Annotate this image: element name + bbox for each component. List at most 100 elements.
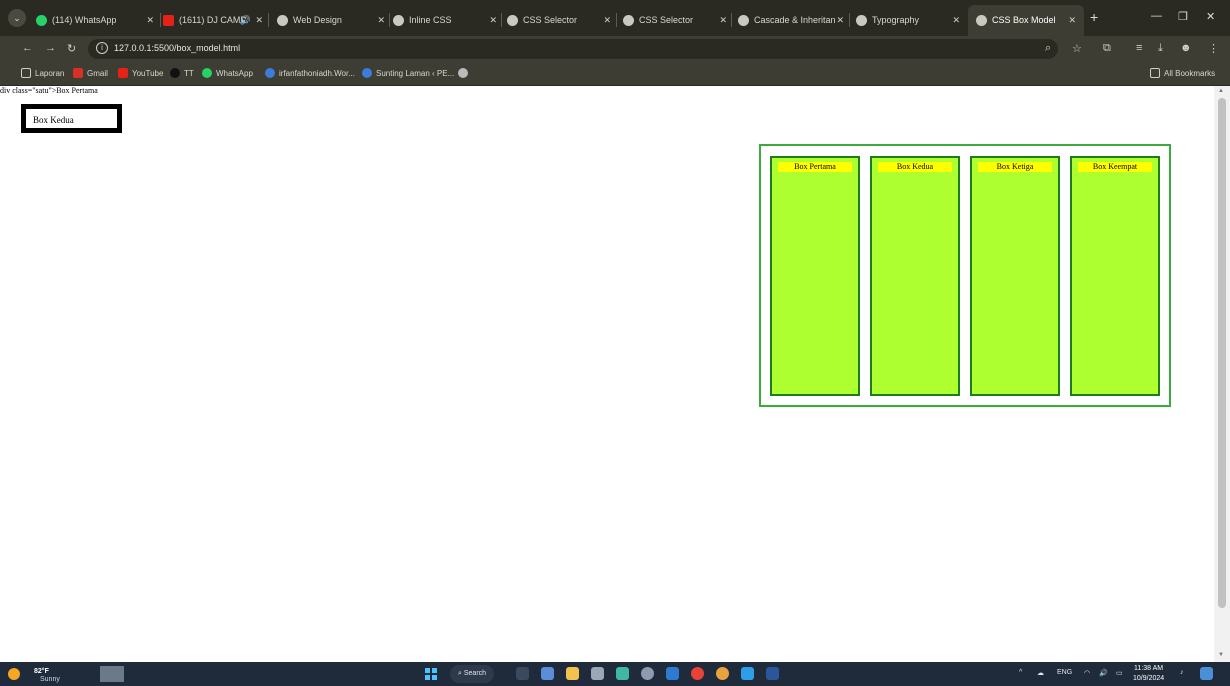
profile-icon[interactable]: ☻ [1180, 42, 1192, 54]
weather-condition: Sunny [40, 676, 60, 683]
copilot-icon[interactable] [1200, 667, 1213, 680]
bookmark-tt[interactable]: TT [170, 67, 194, 81]
box-kedua-label: Box Kedua [33, 115, 74, 125]
speaker-icon[interactable]: 🔊 [240, 5, 251, 36]
file-explorer-icon[interactable] [566, 667, 579, 680]
restore-button[interactable]: ❐ [1178, 10, 1188, 23]
photos-icon[interactable] [591, 667, 604, 680]
tiktok-icon [170, 68, 180, 78]
close-icon[interactable]: ✕ [836, 5, 844, 36]
volume-icon[interactable]: 🔊 [1099, 669, 1108, 677]
site-info-icon[interactable]: i [96, 42, 108, 54]
address-bar[interactable]: i 127.0.0.1:5500/box_model.html [88, 39, 1058, 59]
scroll-down-icon[interactable]: ▼ [1218, 652, 1224, 658]
scroll-up-icon[interactable]: ▲ [1218, 88, 1224, 94]
globe-icon [856, 15, 867, 26]
sun-icon [8, 668, 20, 680]
clock-date: 10/9/2024 [1133, 675, 1165, 682]
app-icon[interactable] [616, 667, 629, 680]
page-viewport: div class="satu">Box Pertama Box Kedua B… [0, 86, 1214, 662]
menu-icon[interactable]: ⋮ [1208, 42, 1219, 55]
box-keempat: Box Keempat [1070, 156, 1160, 396]
url-text[interactable]: 127.0.0.1:5500/box_model.html [114, 43, 240, 53]
close-icon[interactable]: ✕ [377, 5, 385, 36]
globe-icon [277, 15, 288, 26]
close-icon[interactable]: ✕ [1068, 5, 1076, 36]
folder-icon [21, 68, 31, 78]
download-icon[interactable]: ⤓ [1158, 42, 1163, 55]
tab-search-icon[interactable]: ⌄ [8, 9, 26, 27]
teams-icon[interactable] [541, 667, 554, 680]
tab-label: Inline CSS [409, 15, 452, 25]
taskbar-search[interactable]: ⌕ Search [450, 665, 494, 683]
tab-youtube[interactable]: (1611) DJ CAMP 🔊 ✕ [163, 5, 263, 36]
close-icon[interactable]: ✕ [952, 5, 960, 36]
bookmark-irfanfathoniadh[interactable]: irfanfathoniadh.Wor... [265, 67, 355, 81]
tab-typography[interactable]: Typography ✕ [856, 5, 960, 36]
brave-icon[interactable] [716, 667, 729, 680]
vscode-icon[interactable] [741, 667, 754, 680]
notification-bell-icon[interactable]: ♪ [1180, 669, 1184, 676]
bookmark-sunting-laman[interactable]: Sunting Laman ‹ PE... [362, 67, 454, 81]
scrollbar-thumb[interactable] [1218, 98, 1226, 608]
close-icon[interactable]: ✕ [719, 5, 727, 36]
bookmarks-bar: Laporan Gmail YouTube TT WhatsApp irfanf… [0, 62, 1230, 86]
extensions-icon[interactable]: ⧉ [1103, 42, 1111, 55]
language-indicator[interactable]: ENG [1057, 669, 1072, 676]
wordpress-icon [362, 68, 372, 78]
windows-start-icon[interactable] [425, 668, 437, 680]
tab-css-box-model[interactable]: CSS Box Model ✕ [968, 5, 1084, 36]
window-close-button[interactable]: ✕ [1206, 10, 1215, 23]
chrome-icon[interactable] [691, 667, 704, 680]
close-icon[interactable]: ✕ [603, 5, 611, 36]
bookmark-youtube[interactable]: YouTube [118, 67, 163, 81]
weather-widget[interactable]: 82°F Sunny [8, 664, 90, 684]
word-icon[interactable] [766, 667, 779, 680]
reload-icon[interactable]: ↻ [67, 42, 76, 55]
edge-icon[interactable] [666, 667, 679, 680]
back-icon[interactable]: ← [22, 42, 33, 54]
new-tab-button[interactable]: + [1090, 9, 1098, 25]
app-icon[interactable] [641, 667, 654, 680]
tab-css-selector[interactable]: CSS Selector ✕ [507, 5, 611, 36]
widget-image [100, 666, 124, 682]
forward-icon[interactable]: → [45, 42, 56, 54]
tab-label: CSS Box Model [992, 15, 1056, 25]
tab-inline-css[interactable]: Inline CSS ✕ [393, 5, 497, 36]
bookmark-gmail[interactable]: Gmail [73, 67, 108, 81]
tab-cascade-inheritance[interactable]: Cascade & Inheritan ✕ [738, 5, 844, 36]
battery-icon[interactable]: ▭ [1116, 669, 1123, 677]
all-bookmarks[interactable]: All Bookmarks [1150, 67, 1215, 81]
task-view-icon[interactable] [516, 667, 529, 680]
bookmark-globe[interactable] [458, 67, 472, 81]
wifi-icon[interactable]: ◠ [1084, 669, 1090, 677]
whatsapp-icon [36, 15, 47, 26]
system-clock[interactable]: 11:38 AM 10/9/2024 [1133, 664, 1164, 684]
close-icon[interactable]: ✕ [489, 5, 497, 36]
minimize-button[interactable]: — [1151, 10, 1162, 22]
bookmark-whatsapp[interactable]: WhatsApp [202, 67, 253, 81]
clock-time: 11:38 AM [1134, 665, 1164, 672]
globe-icon [393, 15, 404, 26]
box-kedua-black: Box Kedua [21, 104, 122, 133]
reading-list-icon[interactable]: ≡ [1136, 42, 1142, 54]
box-title: Box Ketiga [978, 162, 1052, 172]
zoom-icon[interactable]: ⌕ [1045, 42, 1051, 55]
bookmark-laporan[interactable]: Laporan [21, 67, 64, 81]
tab-whatsapp[interactable]: (114) WhatsApp ✕ [36, 5, 154, 36]
close-icon[interactable]: ✕ [255, 5, 263, 36]
close-icon[interactable]: ✕ [146, 5, 154, 36]
tab-label: Typography [872, 15, 920, 25]
cloud-icon[interactable]: ☁ [1037, 669, 1044, 677]
box-ketiga: Box Ketiga [970, 156, 1060, 396]
tab-label: Cascade & Inheritan [754, 15, 836, 25]
box-container: Box Pertama Box Kedua Box Ketiga Box Kee… [759, 144, 1171, 407]
bookmark-star-icon[interactable]: ☆ [1072, 42, 1082, 55]
tab-css-selector-2[interactable]: CSS Selector ✕ [623, 5, 727, 36]
chevron-up-icon[interactable]: ^ [1019, 669, 1022, 676]
folder-icon [1150, 68, 1160, 78]
box-kedua: Box Kedua [870, 156, 960, 396]
youtube-icon [118, 68, 128, 78]
gmail-icon [73, 68, 83, 78]
tab-web-design[interactable]: Web Design ✕ [277, 5, 385, 36]
